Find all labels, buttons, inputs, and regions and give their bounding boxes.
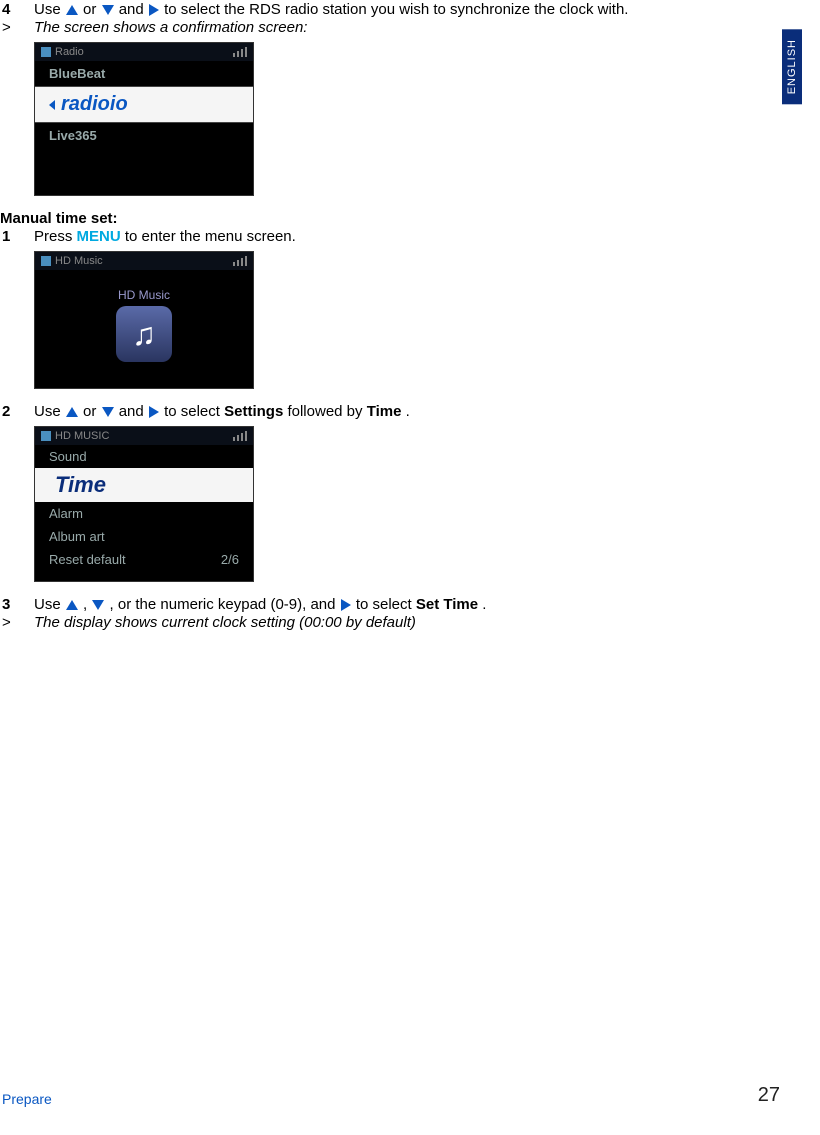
music-icon — [41, 431, 51, 441]
text-fragment: , — [83, 596, 91, 613]
music-note-icon: ♫ — [116, 306, 172, 362]
radio-icon — [41, 47, 51, 57]
screenshot-title: HD MUSIC — [55, 430, 109, 442]
text-fragment: to select — [164, 403, 224, 420]
screenshot-header: HD Music — [35, 252, 253, 270]
right-arrow-icon — [341, 599, 351, 611]
text-fragment: and — [119, 1, 148, 18]
step-3-result: > The display shows current clock settin… — [0, 614, 780, 631]
signal-icon — [233, 431, 247, 441]
down-arrow-icon — [102, 5, 114, 15]
step-text: Use or and to select Settings followed b… — [34, 403, 780, 420]
menu-label: HD Music — [118, 288, 170, 302]
device-screenshot-radio: Radio BlueBeat radioio Live365 — [34, 42, 254, 196]
text-fragment: Use — [34, 596, 65, 613]
page-footer: Prepare 27 — [2, 1084, 780, 1107]
result-marker: > — [0, 614, 34, 631]
footer-left: Reset default — [49, 552, 126, 567]
step-3: 3 Use , , or the numeric keypad (0-9), a… — [0, 596, 780, 613]
selected-label: radioio — [61, 93, 128, 116]
list-item: Alarm — [35, 502, 253, 525]
text-fragment: to select the RDS radio station you wish… — [164, 1, 628, 18]
text-fragment: and — [119, 403, 148, 420]
step-2: 2 Use or and to select Settings followed… — [0, 403, 780, 420]
music-icon — [41, 256, 51, 266]
step-text: Use , , or the numeric keypad (0-9), and… — [34, 596, 780, 613]
text-fragment: . — [406, 403, 410, 420]
step-number: 3 — [0, 596, 34, 613]
device-screenshot-hdmusic: HD Music HD Music ♫ — [34, 251, 254, 389]
step-4-result: > The screen shows a confirmation screen… — [0, 19, 780, 36]
text-fragment: to enter the menu screen. — [125, 228, 296, 245]
list-item: BlueBeat — [35, 61, 253, 86]
list-item: Live365 — [35, 123, 253, 148]
text-fragment: or — [83, 403, 101, 420]
text-fragment: or — [83, 1, 101, 18]
page-number: 27 — [758, 1084, 780, 1107]
screenshot-header: HD MUSIC — [35, 427, 253, 445]
footer-right: 2/6 — [221, 552, 239, 567]
screenshot-title: Radio — [55, 46, 84, 58]
menu-keyword: MENU — [77, 228, 121, 245]
text-fragment: , or the numeric keypad (0-9), and — [110, 596, 340, 613]
result-marker: > — [0, 19, 34, 36]
footer-section-name: Prepare — [2, 1091, 52, 1107]
text-fragment: Use — [34, 1, 65, 18]
language-tab: ENGLISH — [782, 29, 802, 104]
selected-label: Time — [55, 472, 106, 498]
text-fragment: Press — [34, 228, 77, 245]
step-number: 1 — [0, 228, 34, 245]
step-number: 4 — [0, 1, 34, 18]
signal-icon — [233, 256, 247, 266]
list-item: Album art — [35, 525, 253, 548]
screenshot-header: Radio — [35, 43, 253, 61]
result-text: The display shows current clock setting … — [34, 614, 780, 631]
list-item: Sound — [35, 445, 253, 468]
step-text: Press MENU to enter the menu screen. — [34, 228, 780, 245]
step-number: 2 — [0, 403, 34, 420]
right-arrow-icon — [149, 406, 159, 418]
bold-keyword: Set Time — [416, 596, 478, 613]
device-screenshot-settings: HD MUSIC Sound Time Alarm Album art Rese… — [34, 426, 254, 582]
down-arrow-icon — [92, 600, 104, 610]
up-arrow-icon — [66, 5, 78, 15]
list-item-selected: Time — [35, 468, 253, 502]
right-arrow-icon — [149, 4, 159, 16]
signal-icon — [233, 47, 247, 57]
up-arrow-icon — [66, 407, 78, 417]
screenshot-title: HD Music — [55, 255, 103, 267]
text-fragment: to select — [356, 596, 416, 613]
list-item-selected: radioio — [35, 86, 253, 123]
down-arrow-icon — [102, 407, 114, 417]
step-4: 4 Use or and to select the RDS radio sta… — [0, 1, 780, 18]
left-caret-icon — [49, 100, 55, 110]
section-heading: Manual time set: — [0, 210, 780, 227]
bold-keyword: Settings — [224, 403, 283, 420]
text-fragment: Use — [34, 403, 65, 420]
text-fragment: followed by — [287, 403, 366, 420]
text-fragment: . — [482, 596, 486, 613]
up-arrow-icon — [66, 600, 78, 610]
result-text: The screen shows a confirmation screen: — [34, 19, 780, 36]
step-1: 1 Press MENU to enter the menu screen. — [0, 228, 780, 245]
step-text: Use or and to select the RDS radio stati… — [34, 1, 780, 18]
screenshot-footer: Reset default 2/6 — [35, 548, 253, 571]
bold-keyword: Time — [367, 403, 402, 420]
